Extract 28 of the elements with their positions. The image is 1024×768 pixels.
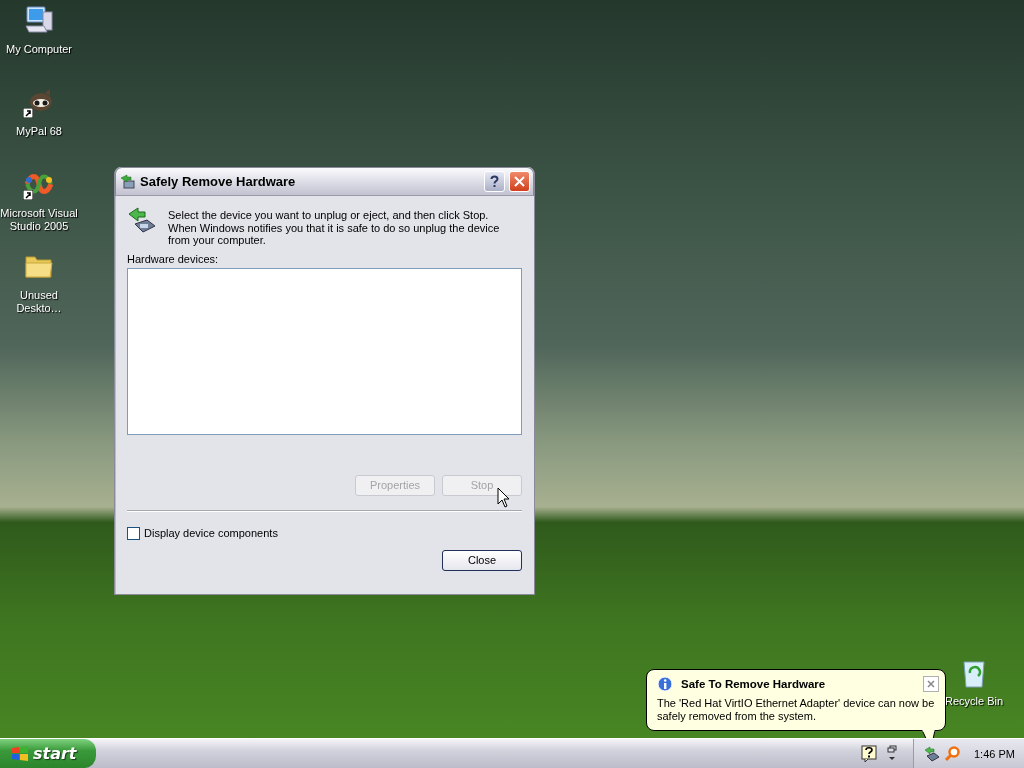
balloon-title: Safe To Remove Hardware xyxy=(681,678,827,690)
help-icon[interactable] xyxy=(861,744,877,763)
mouse-cursor-icon xyxy=(497,487,511,509)
desktop-icon-label[interactable]: Microsoft Visual Studio 2005 xyxy=(0,207,78,233)
list-label: Hardware devices: xyxy=(127,252,220,265)
checkbox-label[interactable]: Display device components xyxy=(144,527,278,539)
start-button[interactable]: start xyxy=(0,739,96,768)
window-title: Safely Remove Hardware xyxy=(140,174,297,189)
hardware-eject-icon[interactable] xyxy=(924,745,940,762)
balloon-message: The 'Red Hat VirtIO Ethernet Adapter' device can now be safely removed from the system. xyxy=(657,697,936,723)
desktop-icon-label[interactable]: Unused Deskto… xyxy=(0,289,78,315)
desktop-icon-label[interactable]: Recycle Bin xyxy=(944,695,1004,707)
hardware-eject-icon xyxy=(120,173,136,190)
close-icon xyxy=(927,680,935,688)
close-dialog-button[interactable]: Close xyxy=(442,549,522,571)
info-icon xyxy=(657,676,673,692)
help-button[interactable] xyxy=(484,171,505,192)
windows-flag-icon xyxy=(11,744,29,763)
instruction-text: Select the device you want to unplug or eject, and then click Stop. When Windows notifies you that it is safe to do so unplug the device from your computer. xyxy=(168,209,501,247)
checkbox[interactable] xyxy=(127,526,140,540)
desktop-icon-label[interactable]: MyPal 68 xyxy=(16,125,62,138)
close-button[interactable] xyxy=(923,676,939,692)
question-mark-icon xyxy=(490,175,499,188)
restore-toolbar-icon[interactable] xyxy=(887,744,897,763)
clock: 1:46 PM xyxy=(974,747,1015,760)
desktop-icon-label[interactable]: My Computer xyxy=(6,43,72,56)
close-icon xyxy=(514,176,525,187)
computer-icon xyxy=(23,4,55,36)
